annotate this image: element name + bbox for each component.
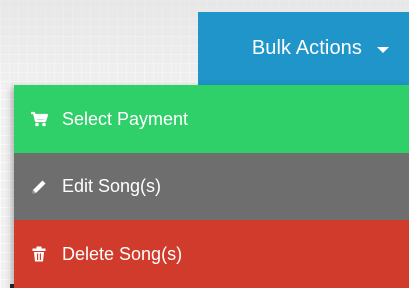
bulk-actions-button[interactable]: Bulk Actions — [198, 12, 409, 85]
trash-icon — [30, 245, 48, 263]
cursor-mark — [10, 284, 14, 288]
bulk-actions-label: Bulk Actions — [251, 37, 362, 59]
cart-icon — [30, 110, 48, 128]
menu-item-label: Delete Song(s) — [62, 243, 183, 264]
pencil-icon — [30, 178, 48, 196]
menu-item-delete-songs[interactable]: Delete Song(s) — [14, 220, 409, 288]
menu-item-label: Select Payment — [62, 108, 189, 129]
bulk-actions-dropdown-menu: Select Payment Edit Song(s) Delete Song(… — [14, 85, 409, 288]
menu-item-label: Edit Song(s) — [62, 176, 162, 196]
caret-down-icon — [377, 46, 389, 53]
menu-item-select-payment[interactable]: Select Payment — [14, 85, 409, 153]
menu-item-edit-songs[interactable]: Edit Song(s) — [14, 153, 409, 220]
